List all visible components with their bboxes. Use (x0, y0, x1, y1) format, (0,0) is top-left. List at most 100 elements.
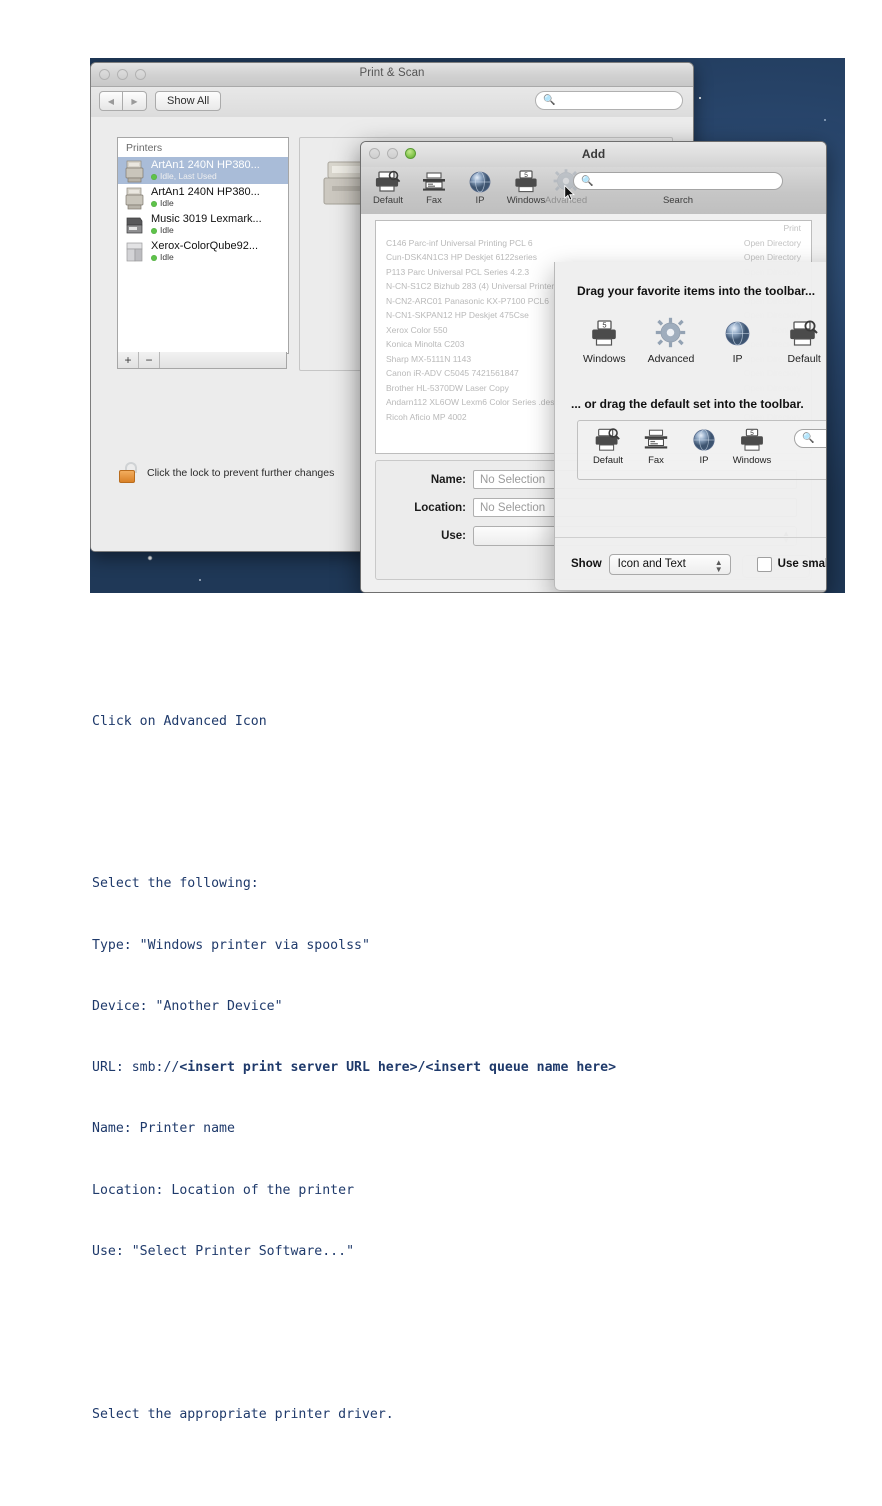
instruction-line: Select the following: (92, 876, 259, 892)
back-button[interactable]: ◀ (99, 91, 123, 111)
driver-name: Canon iR-ADV C5045 7421561847 (386, 368, 519, 378)
driver-name: N-CN-S1C2 Bizhub 283 (4) Universal Print… (386, 281, 555, 291)
driver-name: C146 Parc-inf Universal Printing PCL 6 (386, 237, 533, 248)
location-label: Location: (414, 501, 466, 514)
use-small-size-checkbox[interactable] (756, 556, 772, 572)
printer-status: Idle (151, 225, 262, 236)
printer-status-text: Idle (160, 252, 174, 262)
printer-info: Xerox-ColorQube92... Idle (151, 240, 258, 263)
default-set-item-ip[interactable]: IP (680, 425, 728, 466)
printer-list-controls: + − (117, 352, 287, 369)
lock-hint-text: Click the lock to prevent further change… (147, 467, 335, 479)
desktop-screenshot: Print & Scan ◀ ▶ Show All 🔍 Printers Art… (90, 58, 845, 593)
ip-globe-icon (723, 314, 752, 348)
default-set-items: Default Fax IP 5 Windows (584, 425, 776, 466)
remove-printer-button[interactable]: − (139, 352, 160, 368)
list-item[interactable]: Print (376, 221, 811, 236)
show-popup-button[interactable]: Icon and Text ▲ ▼ (608, 553, 731, 575)
instruction-line: Use: "Select Printer Software..." (92, 1243, 355, 1259)
printer-list-item[interactable]: Music 3019 Lexmark... Idle (118, 211, 288, 238)
default-set-row[interactable]: Default Fax IP 5 Windows 🔍 (577, 420, 826, 480)
toolbar-search-field[interactable]: 🔍 (573, 172, 783, 190)
default-set-label: Windows (732, 455, 772, 466)
sheet-heading: Drag your favorite items into the toolba… (577, 284, 816, 298)
palette-label: IP (732, 353, 743, 365)
ip-globe-icon (467, 168, 493, 194)
palette-item-advanced[interactable]: Advanced (638, 314, 705, 377)
forward-button[interactable]: ▶ (123, 91, 147, 111)
url-placeholder-queue: <insert queue name here> (425, 1060, 617, 1076)
default-set-label: Default (592, 455, 624, 466)
toolbar-item-fax[interactable]: Fax (411, 168, 457, 206)
printer-status: Idle (151, 252, 258, 263)
driver-name: Cun-DSK4N1C3 HP Deskjet 6122series (386, 252, 538, 262)
windows-printer-icon: 5 (738, 425, 766, 453)
status-dot-icon (151, 173, 157, 180)
printers-list-panel[interactable]: Printers ArtAn1 240N HP380... Idle, Last… (117, 137, 289, 354)
printer-list-item[interactable]: ArtAn1 240N HP380... Idle (118, 184, 288, 211)
instruction-line: Name: Printer name (92, 1121, 235, 1137)
add-window-toolbar: Default Fax IP 5 Windows Advanced 🔍 Sear… (361, 167, 826, 215)
use-small-size-row[interactable]: Use small size (756, 556, 826, 572)
add-printer-window[interactable]: Add Default Fax IP 5 Windows Advanced 🔍 … (360, 141, 827, 593)
default-set-search-label: Search (794, 453, 826, 464)
printer-info: ArtAn1 240N HP380... Idle (151, 186, 260, 209)
add-window-titlebar[interactable]: Add (361, 142, 826, 167)
lock-row[interactable]: Click the lock to prevent further change… (119, 462, 334, 484)
printer-info: ArtAn1 240N HP380... Idle, Last Used (151, 159, 260, 182)
url-separator: / (417, 1060, 426, 1076)
sheet-subheading: ... or drag the default set into the too… (571, 397, 804, 411)
sheet-footer: Show Icon and Text ▲▼ Use small size Don… (555, 537, 826, 590)
printer-status-text: Idle, Last Used (160, 171, 217, 181)
print-scan-titlebar[interactable]: Print & Scan (91, 63, 693, 87)
driver-kind: Print (783, 223, 801, 233)
list-item[interactable]: C146 Parc-inf Universal Printing PCL 6 Op… (376, 236, 811, 251)
windows-printer-icon: 5 (589, 314, 619, 348)
status-dot-icon (151, 254, 157, 261)
driver-name: N-CN1-SKPAN12 HP Deskjet 475Cse (386, 310, 529, 320)
default-set-item-fax[interactable]: Fax (632, 425, 680, 466)
toolbar-items: Default Fax IP 5 Windows (365, 168, 549, 206)
default-set-item-windows[interactable]: 5 Windows (728, 425, 776, 466)
printer-name: ArtAn1 240N HP380... (151, 159, 260, 171)
palette-item-ip[interactable]: IP (704, 314, 771, 377)
palette-item-default[interactable]: Default (771, 314, 826, 377)
search-icon: 🔍 (543, 95, 556, 106)
name-label: Name: (430, 473, 466, 486)
printer-info: Music 3019 Lexmark... Idle (151, 213, 262, 236)
svg-text:5: 5 (750, 430, 754, 437)
add-printer-button[interactable]: + (118, 352, 139, 368)
toolbar-label: Fax (426, 195, 442, 206)
toolbar-item-ip[interactable]: IP (457, 168, 503, 206)
printer-status: Idle (151, 198, 260, 209)
add-window-title: Add (581, 147, 606, 161)
navigation-buttons: ◀ ▶ (99, 91, 147, 111)
toolbar-label: Default (372, 195, 404, 206)
preferences-search-field[interactable]: 🔍 (535, 91, 683, 110)
printer-list-item[interactable]: Xerox-ColorQube92... Idle (118, 238, 288, 265)
driver-name: Xerox Color 550 (386, 324, 448, 335)
printer-icon (124, 240, 146, 264)
print-scan-title: Print & Scan (359, 67, 425, 79)
printer-list-item[interactable]: ArtAn1 240N HP380... Idle, Last Used (118, 157, 288, 184)
status-dot-icon (151, 200, 157, 207)
default-set-item-default[interactable]: Default (584, 425, 632, 466)
search-icon: 🔍 (802, 433, 815, 444)
mouse-cursor-icon (564, 184, 575, 201)
default-set-label: IP (699, 455, 709, 466)
palette-label: Advanced (647, 353, 695, 365)
lock-icon[interactable] (119, 462, 138, 484)
palette-item-windows[interactable]: 5 Windows (571, 314, 638, 377)
toolbar-search-label: Search (662, 195, 694, 206)
search-icon: 🔍 (581, 175, 594, 187)
driver-name: Sharp MX-5111N 1143 (386, 353, 472, 364)
toolbar-item-default[interactable]: Default (365, 168, 411, 206)
printer-name: Xerox-ColorQube92... (151, 240, 258, 252)
palette-label: Default (787, 353, 821, 365)
show-popup-value: Icon and Text (617, 558, 686, 570)
show-all-button[interactable]: Show All (155, 91, 222, 111)
default-set-search-field[interactable]: 🔍 (794, 429, 826, 448)
use-label: Use: (441, 530, 466, 542)
advanced-gear-icon (655, 314, 686, 348)
ip-globe-icon (691, 425, 717, 453)
